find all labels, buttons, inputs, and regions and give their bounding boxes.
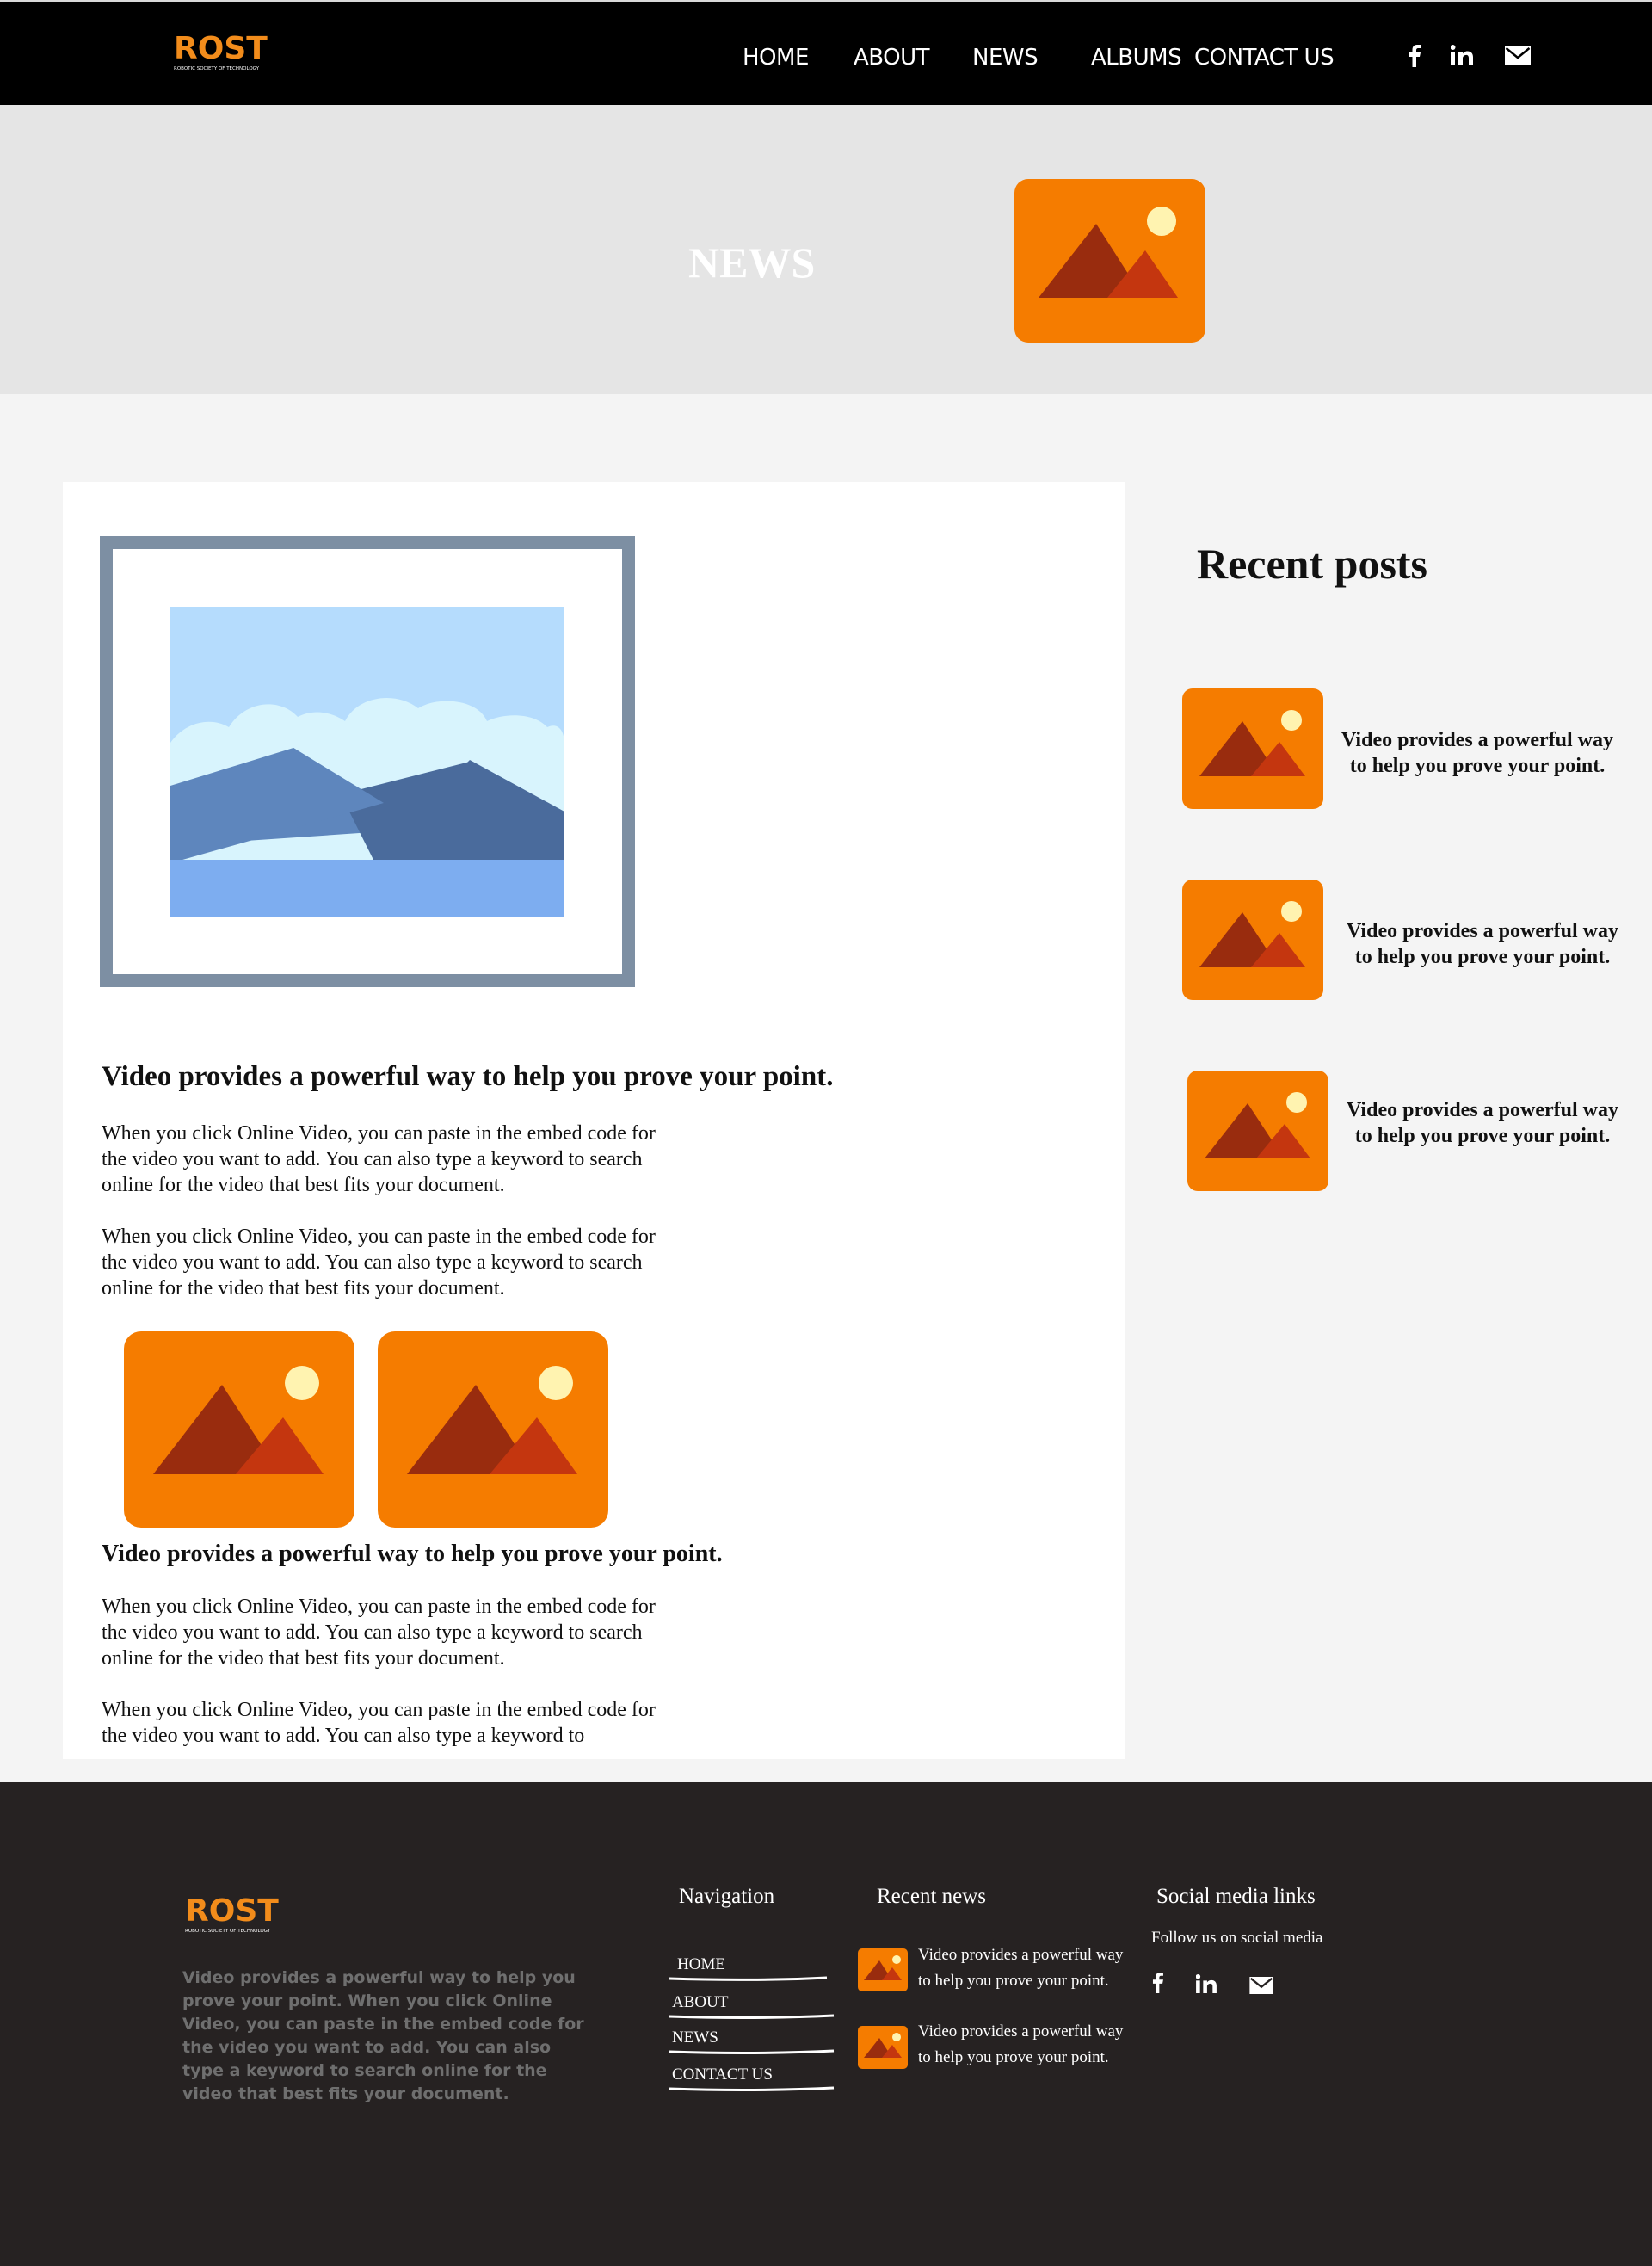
recent-post-thumb-icon[interactable] — [1182, 688, 1323, 809]
footer-nav-divider — [669, 2049, 835, 2054]
footer-recent-news-title: Recent news — [877, 1885, 987, 1908]
article-paragraph-4: When you click Online Video, you can pas… — [102, 1699, 656, 1747]
article-landscape-image — [100, 536, 635, 987]
nav-news[interactable]: NEWS — [972, 45, 1039, 71]
recent-post-link[interactable]: Video provides a powerful way to help yo… — [1331, 727, 1624, 779]
article-image-icon — [124, 1331, 354, 1528]
linkedin-icon[interactable] — [1451, 45, 1473, 65]
recent-post-thumb-icon[interactable] — [1187, 1071, 1328, 1191]
article-heading-2: Video provides a powerful way to help yo… — [102, 1541, 723, 1567]
article-paragraph-3: When you click Online Video, you can pas… — [102, 1596, 656, 1670]
footer-logo[interactable]: ROST ROBOTIC SOCIETY OF TECHNOLOGY — [185, 1895, 288, 1935]
footer-nav-contact-us[interactable]: CONTACT US — [672, 2065, 773, 2084]
site-header: ROST ROBOTIC SOCIETY OF TECHNOLOGY HOME … — [0, 0, 1652, 105]
page-hero — [0, 105, 1652, 394]
footer-logo-text: ROST — [185, 1895, 279, 1929]
footer-nav-about[interactable]: ABOUT — [672, 1993, 728, 2012]
hero-image-icon — [1014, 179, 1205, 343]
recent-post-link[interactable]: Video provides a powerful way to help yo… — [1336, 918, 1629, 970]
nav-contact-us[interactable]: CONTACT US — [1194, 45, 1335, 71]
page-title: NEWS — [688, 238, 816, 287]
footer-news-link[interactable]: Video provides a powerful way to help yo… — [918, 1942, 1125, 1994]
logo-tagline: ROBOTIC SOCIETY OF TECHNOLOGY — [174, 66, 260, 71]
footer-social-title: Social media links — [1156, 1885, 1316, 1908]
footer-nav-divider — [669, 1976, 828, 1981]
footer-nav-divider — [669, 2014, 835, 2019]
article-paragraph-1: When you click Online Video, you can pas… — [102, 1122, 656, 1196]
footer-navigation-title: Navigation — [679, 1885, 775, 1908]
mail-icon[interactable] — [1505, 46, 1531, 65]
facebook-icon[interactable] — [1409, 45, 1421, 67]
footer-social-text: Follow us on social media — [1151, 1929, 1323, 1947]
footer-nav-home[interactable]: HOME — [677, 1955, 725, 1974]
article-heading-1: Video provides a powerful way to help yo… — [102, 1061, 834, 1092]
footer-logo-tagline: ROBOTIC SOCIETY OF TECHNOLOGY — [185, 1929, 271, 1934]
footer-news-link[interactable]: Video provides a powerful way to help yo… — [918, 2019, 1125, 2071]
recent-post-link[interactable]: Video provides a powerful way to help yo… — [1336, 1097, 1629, 1149]
footer-news-thumb-icon[interactable] — [858, 2026, 908, 2069]
footer-description: Video provides a powerful way to help yo… — [182, 1968, 584, 2103]
recent-post-thumb-icon[interactable] — [1182, 880, 1323, 1000]
mail-icon[interactable] — [1249, 1977, 1273, 1994]
header-logo[interactable]: ROST ROBOTIC SOCIETY OF TECHNOLOGY — [174, 33, 277, 72]
footer-nav-news[interactable]: NEWS — [672, 2028, 718, 2047]
article-image-icon — [378, 1331, 608, 1528]
footer-news-thumb-icon[interactable] — [858, 1948, 908, 1991]
logo-text: ROST — [174, 33, 268, 66]
facebook-icon[interactable] — [1152, 1973, 1163, 1993]
article-paragraph-2: When you click Online Video, you can pas… — [102, 1226, 656, 1300]
sidebar-title: Recent posts — [1197, 540, 1428, 588]
linkedin-icon[interactable] — [1196, 1974, 1217, 1993]
nav-home[interactable]: HOME — [743, 45, 809, 71]
nav-albums[interactable]: ALBUMS — [1091, 45, 1182, 71]
footer-nav-divider — [669, 2086, 835, 2091]
nav-about[interactable]: ABOUT — [854, 45, 930, 71]
